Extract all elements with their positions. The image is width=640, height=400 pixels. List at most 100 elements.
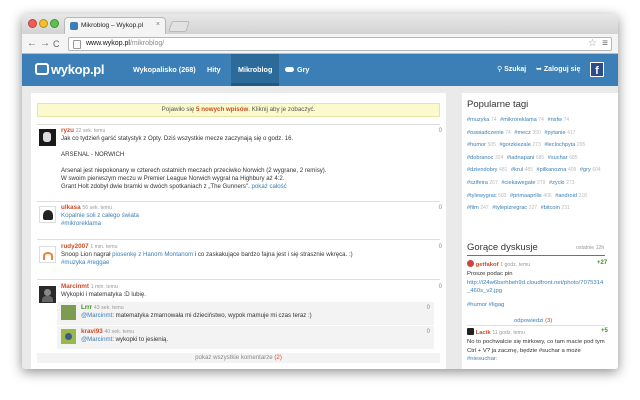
sidebar: Popularne tagi #muzyka 74 #mikroreklama …: [462, 93, 618, 369]
tag-link[interactable]: #leclochpyta 295: [544, 142, 585, 148]
mention-link[interactable]: @Marcinmt: [81, 336, 112, 343]
tag-link[interactable]: #ciekawegate 279: [501, 180, 545, 186]
hot-item-link[interactable]: http://i24w6bsrhbeh9d.cloudfront.net/pho…: [467, 279, 603, 288]
tag-link[interactable]: #muzyka 74: [467, 117, 497, 123]
vote-count[interactable]: 0: [439, 128, 442, 134]
tag-link[interactable]: #iadnapani 685: [507, 155, 544, 161]
reply-author[interactable]: Lrrr: [81, 304, 92, 311]
reply-author[interactable]: kravi93: [81, 328, 103, 335]
tab-title: Mikroblog – Wykop.pl: [81, 22, 144, 29]
hot-discussions-title: Gorące dyskusje: [467, 242, 538, 253]
avatar[interactable]: [61, 305, 76, 320]
mention-link[interactable]: @Marcinmt: [81, 312, 112, 319]
reply-comment: kravi93 40 sek. temu 0 @Marcinmt: wykopk…: [57, 326, 434, 349]
post-tag[interactable]: #mikroreklama: [61, 220, 139, 228]
tag-link[interactable]: #mikroreklama 74: [500, 117, 544, 123]
post-divider: [37, 279, 440, 280]
tag-link[interactable]: #krul 485: [511, 167, 533, 173]
forward-arrow-icon[interactable]: →: [40, 38, 50, 50]
hot-author[interactable]: getfakof: [476, 262, 499, 268]
post-divider: [37, 124, 440, 125]
tab-close-icon[interactable]: ×: [156, 21, 160, 28]
tag-link[interactable]: #gry 604: [580, 167, 601, 173]
browser-toolbar: ← → C www.wykop.pl/mikroblog/ ☆ ≡: [22, 34, 618, 54]
minimize-window-button[interactable]: [39, 19, 48, 28]
tag-link[interactable]: #film 247: [467, 205, 489, 211]
avatar[interactable]: [467, 328, 474, 335]
vote-count[interactable]: 0: [427, 305, 430, 311]
tag-link[interactable]: #bitcoin 231: [541, 205, 570, 211]
nav-mikroblog[interactable]: Mikroblog: [231, 54, 280, 86]
avatar[interactable]: [467, 260, 474, 267]
tag-link[interactable]: #nsfw 74: [547, 117, 569, 123]
nav-gry[interactable]: Gry: [278, 54, 316, 86]
bookmark-star-icon[interactable]: ☆: [588, 38, 597, 49]
page-content: Pojawiło się 5 nowych wpisów. Kliknij ab…: [22, 86, 618, 369]
tag-link[interactable]: #szifeira 267: [467, 180, 498, 186]
avatar[interactable]: [39, 246, 56, 263]
new-posts-banner[interactable]: Pojawiło się 5 nowych wpisów. Kliknij ab…: [37, 103, 440, 117]
nav-wykopalisko[interactable]: Wykopalisko (268): [126, 54, 203, 86]
tag-link[interactable]: #dobranoc 324: [467, 155, 503, 161]
tag-link[interactable]: #pytanie 417: [544, 130, 575, 136]
hot-item-body: No to pochwalcie się mirkowy, co tam mac…: [467, 339, 605, 362]
url-text: www.wykop.pl/mikroblog/: [86, 40, 165, 47]
wykop-logo[interactable]: wykop.pl: [35, 62, 105, 77]
vote-count[interactable]: 0: [439, 244, 442, 250]
tag-link[interactable]: #humor 505: [467, 142, 496, 148]
zoom-window-button[interactable]: [50, 19, 59, 28]
post-time: 1 min. temu: [90, 284, 118, 290]
tag-link[interactable]: #primaaprilis 406: [510, 193, 552, 199]
browser-tab[interactable]: Mikroblog – Wykop.pl ×: [64, 17, 166, 34]
search-link[interactable]: ⚲ Szukaj: [497, 54, 526, 86]
popular-tags-list: #muzyka 74 #mikroreklama 74 #nsfw 74 #os…: [467, 114, 607, 215]
hot-item-tags[interactable]: #humor #ligag: [467, 301, 603, 310]
avatar[interactable]: [39, 206, 56, 223]
hot-divider: [467, 325, 605, 326]
reply-body: @Marcinmt: wykopki to jesienią.: [81, 336, 169, 343]
post-author[interactable]: ryzu: [61, 127, 74, 134]
new-tab-button[interactable]: [168, 21, 190, 32]
post-author[interactable]: Marcinmt: [61, 283, 89, 290]
hot-time: 11 godz. temu: [492, 330, 525, 336]
reload-icon[interactable]: C: [53, 38, 60, 50]
tag-link[interactable]: #oswiadczenie 74: [467, 130, 511, 136]
post-author[interactable]: rudy2007: [61, 243, 89, 250]
reply-header: kravi93 40 sek. temu: [81, 328, 134, 336]
avatar[interactable]: [61, 329, 76, 344]
vote-count[interactable]: 0: [427, 329, 430, 335]
facebook-icon[interactable]: f: [590, 62, 604, 77]
browser-menu-icon[interactable]: ≡: [602, 38, 608, 49]
tag-link[interactable]: #tylewygrac 503: [467, 193, 506, 199]
vote-count[interactable]: 0: [439, 284, 442, 290]
post-tags[interactable]: #muzyka #reggae: [61, 259, 353, 267]
popular-tags-title: Popularne tagi: [467, 99, 529, 110]
nav-hity[interactable]: Hity: [200, 54, 228, 86]
show-all-comments-link[interactable]: pokaż wszystkie komentarze (2): [37, 353, 440, 363]
tag-link[interactable]: #zycki 273: [549, 180, 574, 186]
tag-link[interactable]: #gorzkiezale 273: [499, 142, 540, 148]
tag-link[interactable]: #suchar 685: [548, 155, 578, 161]
show-more-link[interactable]: pokaż całość: [252, 183, 287, 190]
post-link[interactable]: Kopalnie soli z całego świata: [61, 212, 139, 220]
avatar[interactable]: [39, 129, 56, 146]
post-header: ryzu 22 sek. temu: [61, 127, 105, 135]
tag-link[interactable]: #dziendobry 481: [467, 167, 507, 173]
post-body: Kopalnie soli z całego świata #mikrorekl…: [61, 212, 139, 228]
hot-item-header: getfakof 1 godz. temu: [467, 260, 530, 270]
vote-count[interactable]: 0: [439, 205, 442, 211]
song-link[interactable]: piosenkę z Hanom Montanom: [112, 251, 193, 258]
tag-link[interactable]: #mecz 350: [514, 130, 540, 136]
login-link[interactable]: ➥ Zaloguj się: [536, 54, 580, 86]
hot-author[interactable]: Lacik: [476, 330, 491, 336]
reply-header: Lrrr 43 sek. temu: [81, 304, 124, 312]
address-bar[interactable]: www.wykop.pl/mikroblog/ ☆ ≡: [68, 37, 612, 51]
post-body: Snoop Lion nagrał piosenkę z Hanom Monta…: [61, 251, 353, 267]
close-window-button[interactable]: [28, 19, 37, 28]
tag-link[interactable]: #android 218: [555, 193, 587, 199]
tag-link[interactable]: #pilkanozna 409: [537, 167, 577, 173]
post-author[interactable]: ulkasa: [61, 204, 81, 211]
back-arrow-icon[interactable]: ←: [27, 38, 37, 50]
tag-link[interactable]: #tylepizregrac 227: [492, 205, 537, 211]
avatar[interactable]: [39, 286, 56, 303]
